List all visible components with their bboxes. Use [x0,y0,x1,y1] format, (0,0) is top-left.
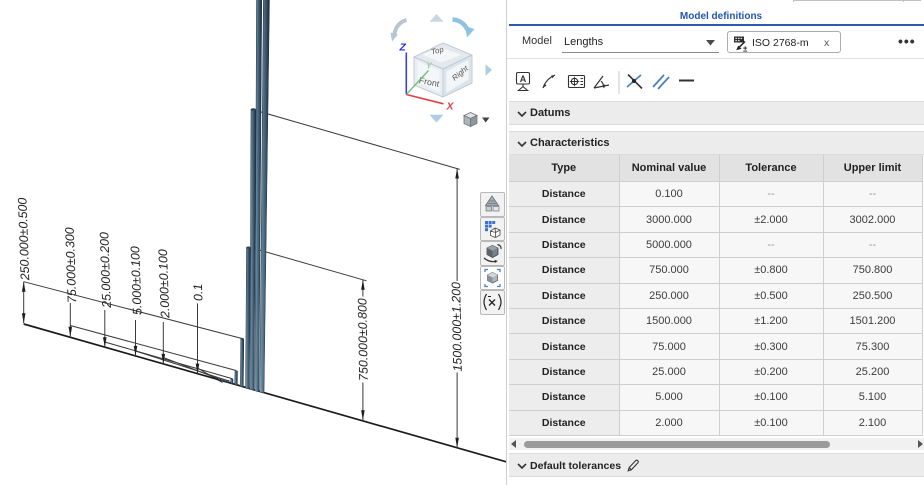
svg-text:1500.000±1.200: 1500.000±1.200 [449,282,465,372]
svg-text:25.000±0.200: 25.000±0.200 [97,232,114,309]
svg-text:A: A [520,74,527,84]
svg-text:±: ± [743,45,748,54]
svg-text:250.000±0.500: 250.000±0.500 [15,197,32,281]
svg-text:750.000±0.800: 750.000±0.800 [355,298,370,381]
svg-text:X: X [446,101,455,113]
svg-text:0.1: 0.1 [191,284,206,302]
svg-text:5.000±0.100: 5.000±0.100 [128,246,144,315]
svg-text:2.000±0.100: 2.000±0.100 [156,249,172,319]
svg-text:Z: Z [399,42,407,54]
svg-text:75.000±0.300: 75.000±0.300 [63,227,80,303]
